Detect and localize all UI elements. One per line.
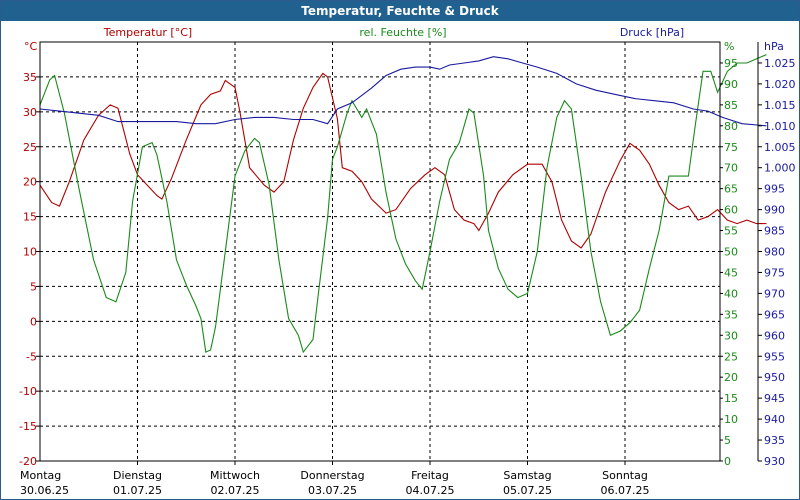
x-label-date: 02.07.25 (211, 484, 260, 497)
x-label-day: Samstag (503, 469, 551, 482)
tick-label-humidity: 30 (724, 329, 738, 342)
tick-label-temperature: 10 (23, 246, 37, 259)
tick-label-pressure: 985 (764, 225, 785, 238)
tick-label-pressure: 965 (764, 308, 785, 321)
tick-label-pressure: 990 (764, 204, 785, 217)
x-label-day: Sonntag (602, 469, 648, 482)
tick-label-humidity: 65 (724, 183, 738, 196)
weather-chart: -20 -15 -10 -5 0 5 10 15 20 25 30 35 °C 0 5 10 15 20 25 30 3… (19, 26, 796, 497)
x-label-date: 03.07.25 (308, 484, 357, 497)
tick-label-humidity: 75 (724, 141, 738, 154)
tick-label-humidity: 5 (724, 434, 731, 447)
tick-label-humidity: 55 (724, 225, 738, 238)
tick-label-humidity: 15 (724, 392, 738, 405)
tick-label-humidity: 0 (724, 455, 731, 468)
axis-title-humidity: rel. Feuchte [%] (359, 26, 446, 39)
axis-title-temperature: Temperatur [°C] (103, 26, 192, 39)
tick-label-pressure: 1.000 (764, 162, 796, 175)
x-label-day: Montag (20, 469, 61, 482)
tick-label-humidity: 40 (724, 287, 738, 300)
x-label-day: Donnerstag (300, 469, 364, 482)
tick-label-humidity: 10 (724, 413, 738, 426)
x-label-day: Dienstag (113, 469, 162, 482)
x-label-day: Freitag (411, 469, 449, 482)
axis-title-pressure: Druck [hPa] (620, 26, 684, 39)
series-line-humidity (39, 54, 767, 354)
tick-label-humidity: 45 (724, 266, 738, 279)
tick-label-temperature: 35 (23, 71, 37, 84)
x-label-date: 05.07.25 (503, 484, 552, 497)
tick-label-humidity: 25 (724, 350, 738, 363)
tick-label-pressure: 970 (764, 287, 785, 300)
tick-label-pressure: 950 (764, 371, 785, 384)
grid-lines (40, 42, 720, 461)
tick-label-temperature: -20 (19, 455, 37, 468)
tick-label-humidity: 80 (724, 120, 738, 133)
tick-label-pressure: 935 (764, 434, 785, 447)
tick-label-pressure: 960 (764, 329, 785, 342)
tick-label-humidity: 20 (724, 371, 738, 384)
x-label-date: 06.07.25 (601, 484, 650, 497)
tick-label-pressure: 945 (764, 392, 785, 405)
unit-label-humidity: % (724, 40, 734, 53)
tick-label-humidity: 85 (724, 99, 738, 112)
tick-label-pressure: 1.015 (764, 99, 796, 112)
unit-label-pressure: hPa (764, 40, 784, 53)
tick-label-pressure: 930 (764, 455, 785, 468)
tick-label-humidity: 35 (724, 308, 738, 321)
tick-label-temperature: -5 (26, 350, 37, 363)
series-lines (39, 54, 767, 354)
tick-label-temperature: 15 (23, 211, 37, 224)
tick-label-pressure: 975 (764, 266, 785, 279)
tick-label-temperature: -15 (19, 420, 37, 433)
tick-label-pressure: 1.025 (764, 57, 796, 70)
tick-label-temperature: 0 (30, 315, 37, 328)
x-label-date: 04.07.25 (406, 484, 455, 497)
tick-label-pressure: 995 (764, 183, 785, 196)
series-line-temperature (39, 72, 767, 249)
tick-label-pressure: 940 (764, 413, 785, 426)
tick-label-pressure: 980 (764, 246, 785, 259)
series-line-pressure (39, 56, 767, 127)
tick-label-pressure: 1.010 (764, 120, 796, 133)
tick-label-humidity: 70 (724, 162, 738, 175)
tick-label-temperature: 30 (23, 106, 37, 119)
tick-label-pressure: 1.005 (764, 141, 796, 154)
x-label-date: 30.06.25 (20, 484, 69, 497)
tick-label-pressure: 1.020 (764, 78, 796, 91)
x-label-date: 01.07.25 (113, 484, 162, 497)
tick-label-temperature: -10 (19, 385, 37, 398)
tick-label-humidity: 60 (724, 204, 738, 217)
tick-label-pressure: 955 (764, 350, 785, 363)
tick-label-temperature: 5 (30, 280, 37, 293)
unit-label-temperature: °C (24, 40, 38, 53)
tick-label-humidity: 90 (724, 78, 738, 91)
tick-label-temperature: 20 (23, 176, 37, 189)
x-label-day: Mittwoch (210, 469, 260, 482)
tick-label-temperature: 25 (23, 141, 37, 154)
tick-label-humidity: 50 (724, 246, 738, 259)
tick-label-humidity: 95 (724, 57, 738, 70)
